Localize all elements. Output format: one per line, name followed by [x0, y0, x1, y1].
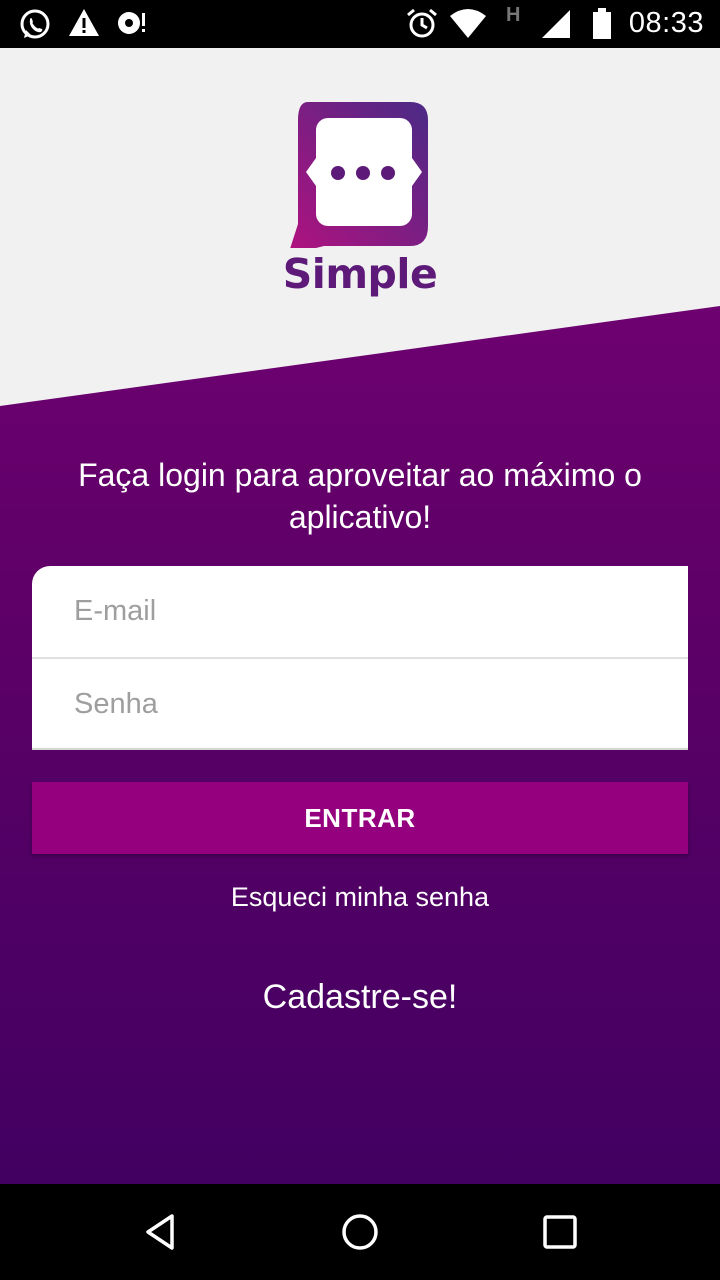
- login-headline: Faça login para aproveitar ao máximo o a…: [78, 457, 642, 535]
- forgot-password-link[interactable]: Esqueci minha senha: [160, 882, 560, 913]
- status-bar: H 08:33: [0, 0, 720, 48]
- signup-link[interactable]: Cadastre-se!: [160, 978, 560, 1017]
- recents-icon[interactable]: [536, 1208, 584, 1256]
- whatsapp-icon: [18, 8, 52, 42]
- home-icon[interactable]: [336, 1208, 384, 1256]
- warning-icon: [68, 8, 100, 38]
- login-screen: Simple Faça login para aproveitar ao máx…: [0, 48, 720, 1184]
- signal-icon: [540, 8, 572, 40]
- password-field[interactable]: [32, 659, 688, 750]
- brand-name: Simple: [282, 250, 438, 298]
- email-field[interactable]: [32, 566, 688, 657]
- alarm-icon: [406, 8, 438, 40]
- wifi-icon: [450, 8, 486, 38]
- enter-button[interactable]: ENTRAR: [32, 782, 688, 854]
- login-form: [32, 566, 688, 750]
- form-bottom-border: [32, 748, 688, 750]
- back-icon[interactable]: [136, 1208, 184, 1256]
- clock: 08:33: [628, 7, 704, 39]
- chat-bubble-logo-icon: [290, 102, 428, 248]
- navigation-bar: [0, 1184, 720, 1280]
- network-type-label: H: [506, 4, 521, 26]
- media-icon: [116, 8, 148, 38]
- battery-icon: [592, 8, 612, 40]
